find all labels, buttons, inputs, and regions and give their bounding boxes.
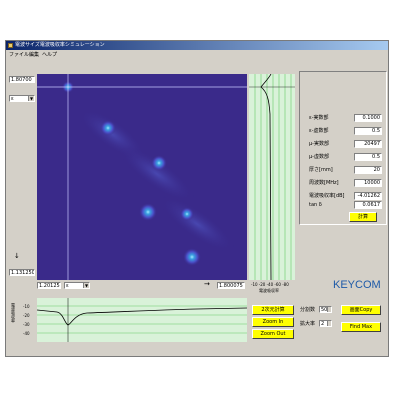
param-value-field[interactable]: 0.1000 xyxy=(354,114,382,122)
x-param-value: ε xyxy=(66,283,69,289)
param-label: 周波数[MHz] xyxy=(309,180,339,186)
right-arrow-icon: → xyxy=(204,280,210,288)
param-label: tan δ xyxy=(309,202,322,208)
right-profile-plot xyxy=(249,73,295,281)
down-arrow-icon: ↓ xyxy=(14,252,20,260)
y-max-field[interactable]: 1.80700 xyxy=(9,76,35,83)
hot-spot xyxy=(183,248,201,266)
param-label: ε-実数部 xyxy=(309,115,329,121)
bottom-profile-plot xyxy=(36,298,248,342)
x-min-field[interactable]: 1.20125 xyxy=(37,282,61,289)
zoom-in-button[interactable]: Zoom In xyxy=(252,317,294,327)
bottom-curve xyxy=(36,307,248,326)
chevron-down-icon xyxy=(327,321,331,326)
param-label: 厚さ[mm] xyxy=(309,167,333,173)
bottom-tick-2: -30 xyxy=(23,322,30,327)
y-param-combo[interactable]: ε ▼ xyxy=(9,95,35,102)
zoom-out-button[interactable]: Zoom Out xyxy=(252,329,294,339)
param-value-field[interactable]: 0.5 xyxy=(354,127,382,135)
y-min-field[interactable]: 1.131250 xyxy=(9,269,35,276)
hot-spot xyxy=(100,120,116,136)
param-value-field[interactable]: 0.0617 xyxy=(354,201,382,209)
param-value-field[interactable]: 20 xyxy=(354,166,382,174)
bottom-tick-3: -40 xyxy=(23,331,30,336)
divisions-label: 分割数 xyxy=(300,307,316,313)
menu-bar: ファイル 編集 ヘルプ xyxy=(6,51,388,59)
display-2d-button[interactable]: 2次元計算 xyxy=(252,305,294,315)
title-bar: 電波サイズ電波吸収率シミュレーション xyxy=(6,41,388,50)
main-window: 電波サイズ電波吸収率シミュレーション ファイル 編集 ヘルプ 1.80700 ε… xyxy=(5,40,389,357)
right-plot-axis-label: 電波吸収率 xyxy=(259,288,279,293)
absorption-heatmap[interactable] xyxy=(37,74,247,280)
menu-file[interactable]: ファイル xyxy=(9,51,29,59)
profile-curve xyxy=(260,73,272,281)
chevron-down-icon: ▼ xyxy=(28,96,34,101)
param-value-field[interactable]: 0.5 xyxy=(354,153,382,161)
zoom-rate-value: 2 xyxy=(321,321,325,327)
param-label: μ-虚数部 xyxy=(309,154,329,160)
bottom-tick-0: -10 xyxy=(23,304,30,309)
x-max-field[interactable]: 1.800075 xyxy=(217,282,245,289)
param-label: ε-虚数部 xyxy=(309,128,329,134)
x-param-combo[interactable]: ε ▼ xyxy=(64,282,90,289)
hot-spot xyxy=(139,203,157,221)
param-value-field[interactable]: 20497 xyxy=(354,140,382,148)
param-label: 電波吸収率[dB] xyxy=(309,193,345,199)
bottom-tick-1: -20 xyxy=(23,313,30,318)
calc-button[interactable]: 計算 xyxy=(349,212,377,222)
zoom-rate-combo[interactable]: 2 xyxy=(319,320,332,327)
param-value-field[interactable]: 10000 xyxy=(354,179,382,187)
app-icon xyxy=(8,43,13,48)
param-label: μ-実数部 xyxy=(309,141,329,147)
hot-spot xyxy=(180,207,194,221)
right-plot-svg xyxy=(249,73,295,281)
chevron-down-icon xyxy=(327,307,331,312)
hot-spot xyxy=(151,155,167,171)
menu-edit[interactable]: 編集 xyxy=(29,51,39,59)
menu-help[interactable]: ヘルプ xyxy=(42,51,57,59)
bottom-plot-axis-label: 電波吸収率 xyxy=(11,303,16,323)
zoom-rate-label: 拡大率 xyxy=(300,321,316,327)
y-param-value: ε xyxy=(11,96,14,102)
bottom-plot-svg xyxy=(36,298,248,342)
find-max-button[interactable]: Find Max xyxy=(341,322,381,332)
chevron-down-icon: ▼ xyxy=(83,283,89,288)
divisions-combo[interactable]: 50 xyxy=(319,306,332,313)
param-value-field[interactable]: -4.01262 xyxy=(354,192,382,200)
heatmap-svg xyxy=(37,74,247,280)
copy-screen-button[interactable]: 画面Copy xyxy=(341,305,381,315)
window-title: 電波サイズ電波吸収率シミュレーション xyxy=(15,42,105,48)
brand-logo: KEYCOM xyxy=(333,279,381,291)
